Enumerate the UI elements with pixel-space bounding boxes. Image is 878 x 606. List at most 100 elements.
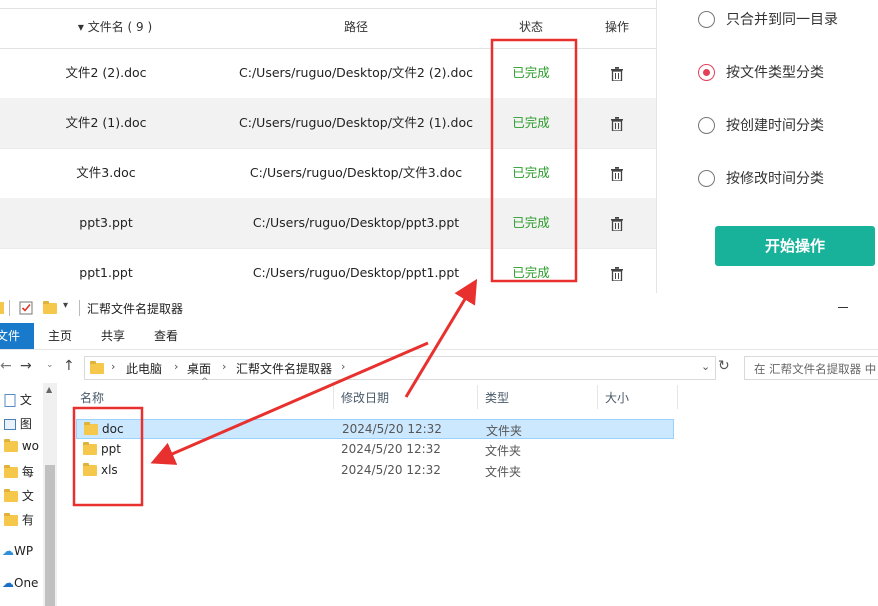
table-row[interactable]: 文件2 (2).doc C:/Users/ruguo/Desktop/文件2 (… [0,48,656,99]
row-filename: 文件2 (2).doc [65,65,147,80]
window-title: 汇帮文件名提取器 [87,302,184,316]
column-divider[interactable] [597,385,598,409]
folder-icon [90,361,104,374]
nav-item[interactable]: 文 [4,391,44,408]
file-date: 2024/5/20 12:32 [341,442,441,456]
tab-share[interactable]: 共享 [101,323,125,349]
search-box[interactable]: 在 汇帮文件名提取器 中 [744,356,878,380]
nav-item[interactable]: 图 [4,415,44,432]
status-badge: 已完成 [512,65,550,80]
properties-icon[interactable] [19,301,33,315]
radio-by-modified-time[interactable]: 按修改时间分类 [698,170,878,192]
radio-label: 按文件类型分类 [726,65,824,81]
radio-merge-same-dir[interactable]: 只合并到同一目录 [698,11,878,33]
cloud-icon: ☁ [2,544,14,558]
divider [9,300,10,316]
delete-button[interactable] [587,148,647,198]
document-icon [4,394,16,407]
forward-arrow-icon[interactable]: → [20,358,32,374]
file-list: ^ 名称 修改日期 类型 大小 doc 2024/5/20 12:32 文件夹 … [62,377,878,606]
table-row[interactable]: ppt3.ppt C:/Users/ruguo/Desktop/ppt3.ppt… [0,198,656,249]
options-panel: 只合并到同一目录 按文件类型分类 按创建时间分类 按修改时间分类 开始操作 [666,0,878,293]
trash-icon [611,66,623,81]
nav-item-label: 每 [21,465,34,479]
scroll-up-icon[interactable]: ▲ [46,385,52,394]
refresh-icon[interactable]: ↻ [718,358,730,374]
file-explorer-window: ▾ 汇帮文件名提取器 文件 主页 共享 查看 ← → ⌄ ↑ › 此电脑 › 桌… [0,293,878,606]
column-divider[interactable] [477,385,478,409]
nav-scrollbar-thumb[interactable] [45,465,55,606]
radio-by-created-time[interactable]: 按创建时间分类 [698,117,878,139]
delete-button[interactable] [587,48,647,98]
column-header-name[interactable]: 名称 [80,383,104,413]
header-filename[interactable]: ▾ 文件名 ( 9 ) [40,8,190,47]
nav-item-label: 有 [21,513,34,527]
row-filename: ppt3.ppt [79,215,133,230]
breadcrumb-item[interactable]: 汇帮文件名提取器 [236,360,332,377]
row-path: C:/Users/ruguo/Desktop/ppt3.ppt [252,215,460,230]
divider [79,300,80,316]
picture-icon [4,419,16,430]
delete-button[interactable] [587,198,647,248]
column-header-date[interactable]: 修改日期 [341,383,389,413]
delete-button[interactable] [587,248,647,298]
nav-item[interactable]: 文 [4,487,44,504]
folder-icon [4,489,18,502]
address-dropdown-icon[interactable]: ⌄ [701,360,710,373]
nav-item[interactable]: wo [4,439,44,453]
breadcrumb-item[interactable]: 此电脑 [126,360,162,377]
column-divider[interactable] [333,385,334,409]
tab-view[interactable]: 查看 [154,323,178,349]
table-row[interactable]: 文件3.doc C:/Users/ruguo/Desktop/文件3.doc 已… [0,148,656,199]
status-badge: 已完成 [512,165,550,180]
tab-home[interactable]: 主页 [48,323,72,349]
trash-icon [611,166,623,181]
folder-icon [0,302,4,314]
header-path: 路径 [343,20,368,34]
row-filename: 文件2 (1).doc [65,115,147,130]
up-arrow-icon[interactable]: ↑ [63,358,75,374]
status-badge: 已完成 [512,265,550,280]
delete-button[interactable] [587,98,647,148]
header-status: 状态 [518,20,543,34]
column-header-type[interactable]: 类型 [485,383,509,413]
nav-item[interactable]: 有 [4,511,44,528]
radio-label: 按创建时间分类 [726,118,824,134]
list-item[interactable]: xls 2024/5/20 12:32 文件夹 [76,461,674,481]
ribbon-tabs: 文件 主页 共享 查看 [0,323,878,350]
chevron-right-icon: › [174,360,179,373]
tab-file-label: 文件 [0,329,21,343]
nav-item[interactable]: ☁WP [2,544,42,558]
onedrive-icon: ☁ [2,576,14,590]
tab-file[interactable]: 文件 [0,323,34,349]
column-header-size[interactable]: 大小 [605,383,629,413]
table-row[interactable]: 文件2 (1).doc C:/Users/ruguo/Desktop/文件2 (… [0,98,656,149]
header-operation: 操作 [604,20,629,34]
nav-item[interactable]: 每 [4,463,44,480]
column-divider[interactable] [677,385,678,409]
file-name: xls [101,463,118,477]
recent-locations-icon[interactable]: ⌄ [46,360,54,370]
table-row[interactable]: ppt1.ppt C:/Users/ruguo/Desktop/ppt1.ppt… [0,248,656,299]
address-bar[interactable]: › 此电脑 › 桌面 › 汇帮文件名提取器 › ⌄ [84,356,716,380]
folder-icon [4,513,18,526]
list-item[interactable]: ppt 2024/5/20 12:32 文件夹 [76,440,674,460]
quick-access-dropdown-icon[interactable]: ▾ [63,300,68,311]
new-folder-icon[interactable] [43,301,57,314]
status-badge: 已完成 [512,215,550,230]
radio-by-file-type[interactable]: 按文件类型分类 [698,64,878,86]
radio-circle [698,170,715,187]
status-badge: 已完成 [512,115,550,130]
folder-icon [4,439,18,452]
radio-circle [698,117,715,134]
radio-circle-selected [698,64,715,81]
chevron-right-icon: › [111,360,116,373]
back-arrow-icon[interactable]: ← [0,358,12,374]
file-date: 2024/5/20 12:32 [342,422,442,436]
start-button[interactable]: 开始操作 [715,226,875,266]
list-item[interactable]: doc 2024/5/20 12:32 文件夹 [76,419,674,439]
minimize-button[interactable] [838,307,848,308]
nav-item[interactable]: ☁One [2,576,42,590]
row-path: C:/Users/ruguo/Desktop/文件2 (2).doc [239,65,473,80]
breadcrumb-item[interactable]: 桌面 [187,360,211,377]
